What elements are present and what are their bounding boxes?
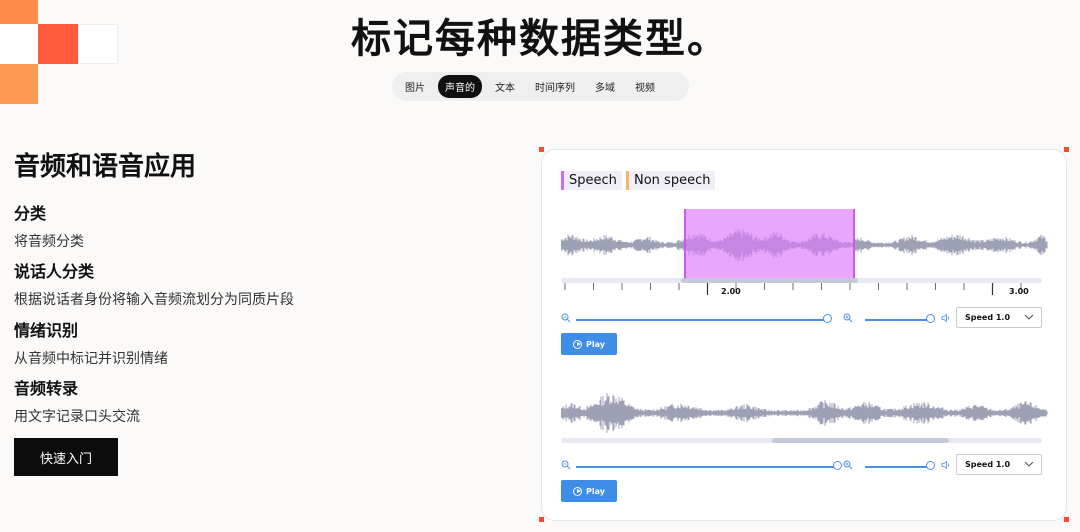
tick-label: 3.00: [1009, 287, 1029, 296]
speed-select-value: Speed 1.0: [965, 460, 1011, 469]
speed-select[interactable]: Speed 1.0: [956, 454, 1042, 475]
timeline-ticks: [564, 283, 1022, 295]
volume-slider[interactable]: [865, 466, 927, 468]
controls-row: Speed 1.0: [561, 307, 1045, 330]
data-type-tabs: 图片 声音的 文本 时间序列 多域 视频: [392, 72, 689, 101]
tab-image[interactable]: 图片: [398, 75, 432, 98]
resize-handle[interactable]: [539, 147, 544, 152]
volume-icon[interactable]: [941, 460, 951, 470]
resize-handle[interactable]: [1064, 147, 1069, 152]
feature-desc: 从音频中标记并识别情绪: [14, 351, 168, 367]
zoom-out-icon[interactable]: [561, 313, 571, 323]
page: 标记每种数据类型。 图片 声音的 文本 时间序列 多域 视频 音频和语音应用 分…: [0, 0, 1080, 532]
play-button[interactable]: Play: [561, 480, 617, 502]
decor-square: [0, 64, 38, 104]
zoom-out-icon[interactable]: [561, 460, 571, 470]
volume-slider-knob[interactable]: [926, 461, 935, 470]
feature-title: 分类: [14, 204, 47, 223]
tab-multi-domain[interactable]: 多域: [588, 75, 622, 98]
chevron-down-icon: [1024, 461, 1034, 467]
zoom-slider[interactable]: [576, 466, 838, 468]
feature-item: 分类 将音频分类: [14, 200, 84, 251]
feature-title: 情绪识别: [14, 321, 79, 340]
play-icon: [573, 339, 582, 349]
feature-item: 说话人分类 根据说话者身份将输入音频流划分为同质片段: [14, 258, 294, 309]
play-label: Play: [586, 339, 605, 349]
timeline-scroll-thumb[interactable]: [772, 438, 949, 443]
volume-icon[interactable]: [941, 313, 951, 323]
feature-desc: 将音频分类: [14, 234, 84, 250]
speed-select-value: Speed 1.0: [965, 313, 1011, 322]
tick-label: 2.00: [721, 287, 741, 296]
tab-video[interactable]: 视频: [628, 75, 662, 98]
zoom-in-icon[interactable]: [843, 460, 853, 470]
quick-start-button[interactable]: 快速入门: [14, 438, 118, 476]
zoom-in-icon[interactable]: [843, 313, 853, 323]
label-non-speech[interactable]: Non speech: [626, 171, 716, 190]
speech-region[interactable]: [684, 209, 855, 280]
volume-slider-knob[interactable]: [926, 314, 935, 323]
play-label: Play: [586, 486, 605, 496]
feature-desc: 用文字记录口头交流: [14, 409, 140, 425]
zoom-slider[interactable]: [576, 319, 828, 321]
audio-annotation-card: Speech Non speech 2.00 3.00 Speed 1.0 Pl…: [541, 149, 1067, 521]
feature-title: 音频转录: [14, 379, 79, 398]
chevron-down-icon: [1024, 314, 1034, 320]
volume-slider[interactable]: [865, 319, 927, 321]
tab-audio[interactable]: 声音的: [438, 75, 482, 98]
feature-desc: 根据说话者身份将输入音频流划分为同质片段: [14, 292, 294, 308]
feature-title: 说话人分类: [14, 262, 95, 281]
feature-item: 音频转录 用文字记录口头交流: [14, 375, 140, 426]
zoom-slider-knob[interactable]: [823, 314, 832, 323]
play-icon: [573, 486, 582, 496]
waveform-2[interactable]: [561, 388, 1048, 438]
zoom-slider-knob[interactable]: [833, 461, 842, 470]
tab-text[interactable]: 文本: [488, 75, 522, 98]
play-button[interactable]: Play: [561, 333, 617, 355]
feature-item: 情绪识别 从音频中标记并识别情绪: [14, 317, 168, 368]
page-title: 标记每种数据类型。: [351, 16, 729, 62]
label-speech[interactable]: Speech: [561, 171, 622, 190]
section-title: 音频和语音应用: [14, 152, 197, 182]
resize-handle[interactable]: [1064, 517, 1069, 522]
resize-handle[interactable]: [539, 517, 544, 522]
controls-row: Speed 1.0: [561, 454, 1045, 477]
speed-select[interactable]: Speed 1.0: [956, 307, 1042, 328]
tab-time-series[interactable]: 时间序列: [528, 75, 582, 98]
